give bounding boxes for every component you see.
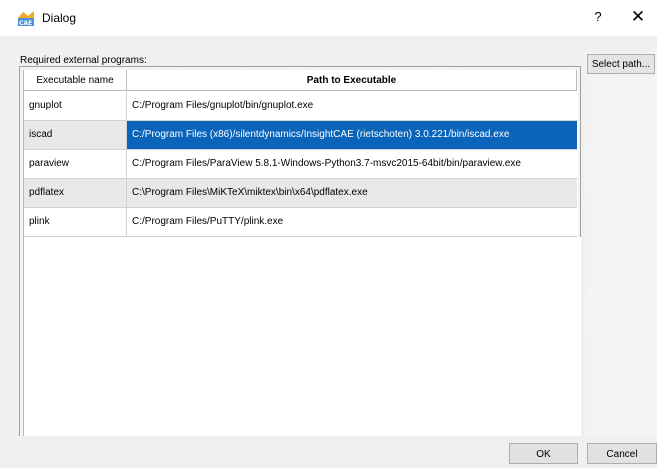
button-panel <box>585 52 657 444</box>
executable-name-cell[interactable]: gnuplot <box>24 92 127 120</box>
table-viewport: Executable name Path to Executable gnupl… <box>23 70 581 440</box>
title-bar: CAE Dialog ? ✕ <box>0 0 657 36</box>
path-cell[interactable]: C:/Program Files/gnuplot/bin/gnuplot.exe <box>127 92 577 120</box>
table-empty-area <box>27 237 581 437</box>
programs-table: Executable name Path to Executable gnupl… <box>19 66 581 440</box>
ok-button[interactable]: OK <box>509 443 578 464</box>
path-cell[interactable]: C:\Program Files\MiKTeX\miktex\bin\x64\p… <box>127 179 577 207</box>
executable-name-cell[interactable]: plink <box>24 208 127 236</box>
executable-name-cell[interactable]: pdflatex <box>24 179 127 207</box>
help-button[interactable]: ? <box>588 6 608 28</box>
cancel-button[interactable]: Cancel <box>587 443 657 464</box>
window-title: Dialog <box>42 11 77 25</box>
table-row[interactable]: gnuplot C:/Program Files/gnuplot/bin/gnu… <box>24 92 577 121</box>
executable-name-cell[interactable]: paraview <box>24 150 127 178</box>
select-path-button[interactable]: Select path... <box>587 54 655 74</box>
svg-text:CAE: CAE <box>19 20 32 27</box>
close-button[interactable]: ✕ <box>624 4 652 30</box>
table-row[interactable]: pdflatex C:\Program Files\MiKTeX\miktex\… <box>24 179 577 208</box>
table-row[interactable]: iscad C:/Program Files (x86)/silentdynam… <box>24 121 577 150</box>
executable-name-cell[interactable]: iscad <box>24 121 127 149</box>
cae-app-icon: CAE <box>18 11 34 27</box>
column-header-path[interactable]: Path to Executable <box>127 70 577 91</box>
path-cell[interactable]: C:/Program Files/ParaView 5.8.1-Windows-… <box>127 150 577 178</box>
path-cell[interactable]: C:/Program Files (x86)/silentdynamics/In… <box>127 121 577 149</box>
table-row[interactable]: plink C:/Program Files/PuTTY/plink.exe <box>24 208 577 237</box>
column-header-executable-name[interactable]: Executable name <box>24 70 127 91</box>
dialog-window: CAE Dialog ? ✕ Required external program… <box>0 0 657 468</box>
table-row[interactable]: paraview C:/Program Files/ParaView 5.8.1… <box>24 150 577 179</box>
path-cell[interactable]: C:/Program Files/PuTTY/plink.exe <box>127 208 577 236</box>
table-header: Executable name Path to Executable <box>24 70 577 92</box>
